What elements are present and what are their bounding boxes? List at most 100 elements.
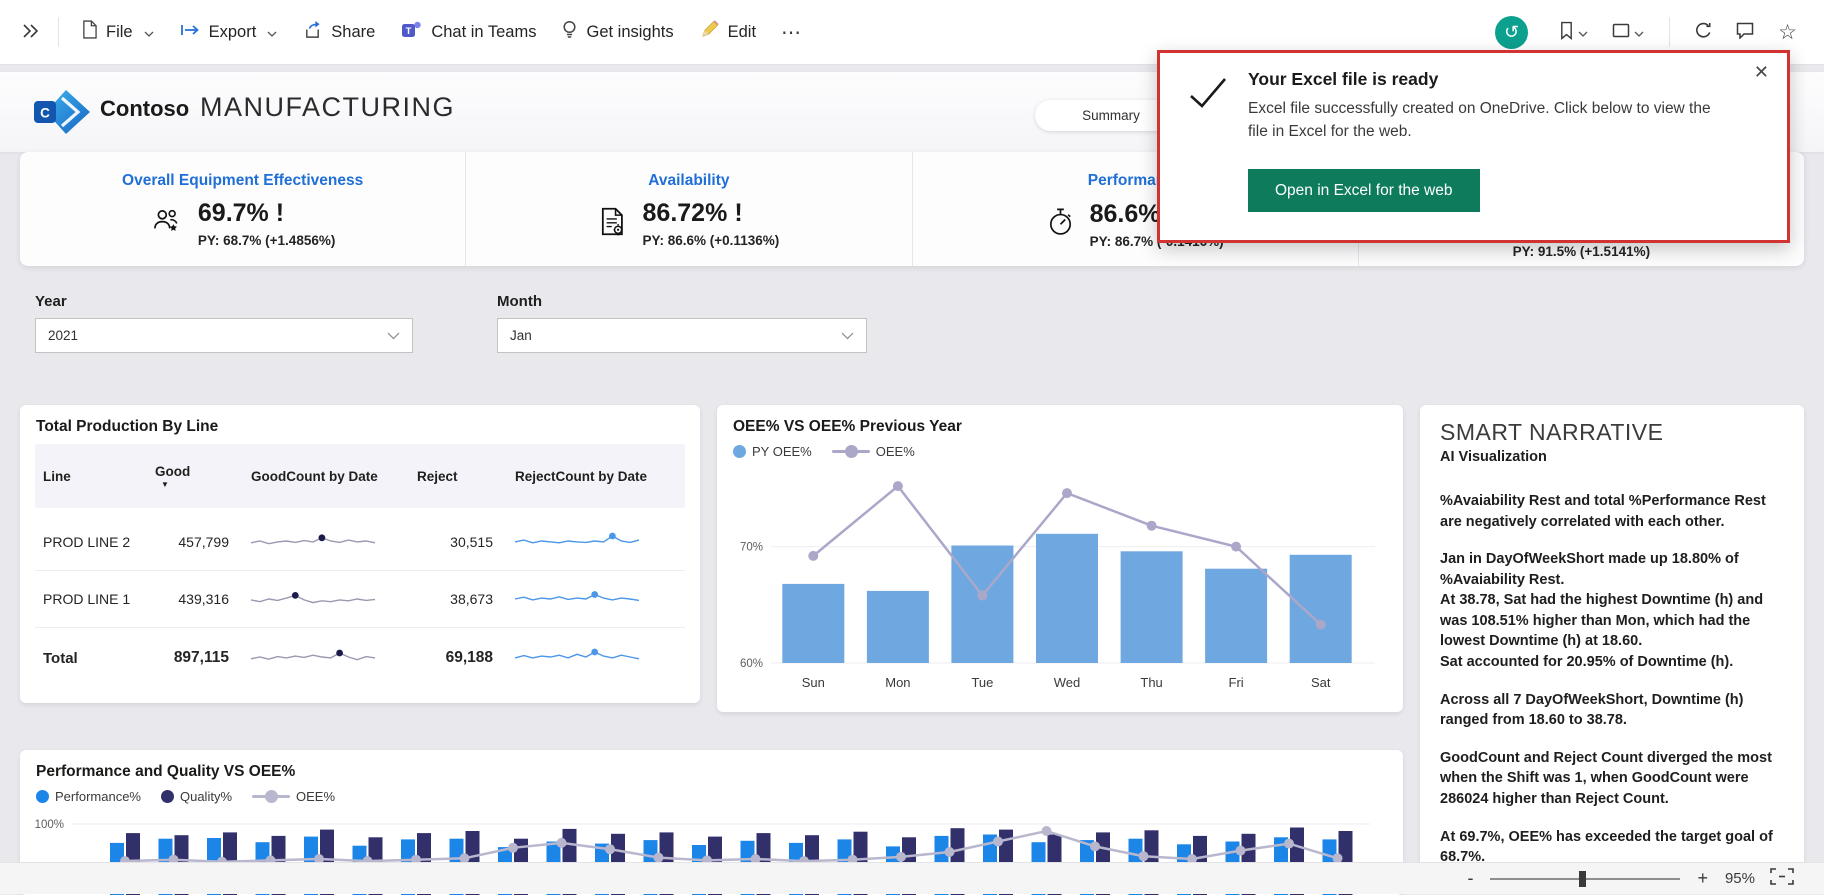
- kpi-card-availability: Availability 86.72%! PY: 86.6% (+0.1136%…: [465, 152, 911, 266]
- page-title: MANUFACTURING: [200, 92, 455, 123]
- chevron-down-icon: [387, 328, 400, 343]
- excel-ready-toast: Your Excel file is ready Excel file succ…: [1157, 50, 1790, 243]
- reject-cell: 38,673: [409, 591, 507, 607]
- line-cell: Total: [35, 650, 147, 667]
- production-table-title: Total Production By Line: [20, 405, 700, 442]
- kpi-value: 86.6%: [1090, 200, 1161, 228]
- year-slicer-value: 2021: [48, 328, 78, 343]
- zoom-out-button[interactable]: -: [1465, 868, 1475, 889]
- svg-text:Tue: Tue: [971, 675, 993, 690]
- zoom-slider[interactable]: [1490, 878, 1680, 880]
- chat-in-teams-button[interactable]: T Chat in Teams: [388, 10, 549, 55]
- favorite-button[interactable]: ☆: [1769, 13, 1806, 52]
- chevron-double-right-icon: [22, 24, 38, 41]
- good-sparkline: [243, 585, 409, 614]
- refresh-button[interactable]: [1686, 15, 1721, 50]
- table-row: PROD LINE 2 457,799 30,515: [35, 513, 685, 570]
- good-sparkline: [243, 643, 409, 673]
- narrative-paragraph: %Avaiability Rest and total %Performance…: [1440, 491, 1784, 532]
- get-insights-button[interactable]: Get insights: [549, 10, 686, 55]
- good-sparkline: [243, 527, 409, 556]
- fit-to-page-icon[interactable]: [1770, 868, 1794, 890]
- svg-text:70%: 70%: [740, 542, 763, 554]
- svg-text:C: C: [40, 106, 50, 121]
- smart-narrative-card: SMART NARRATIVE AI Visualization %Avaiab…: [1420, 405, 1804, 883]
- narrative-paragraph: Jan in DayOfWeekShort made up 18.80% of …: [1440, 549, 1784, 672]
- kpi-flag: !: [276, 199, 284, 227]
- table-total-row: Total 897,115 69,188: [35, 627, 685, 688]
- share-button[interactable]: Share: [290, 11, 388, 54]
- file-menu-button[interactable]: File: [69, 10, 167, 54]
- contoso-logo: C: [32, 88, 94, 141]
- kpi-previous-year: PY: 91.5% (+1.5141%): [1359, 244, 1804, 259]
- reset-to-default-button[interactable]: ↺: [1495, 16, 1528, 49]
- view-button[interactable]: [1603, 16, 1653, 48]
- oee-chart-legend: PY OEE% OEE%: [733, 444, 1403, 459]
- reject-cell: 69,188: [409, 649, 507, 667]
- kpi-card-oee: Overall Equipment Effectiveness 69.7%! P…: [20, 152, 465, 266]
- chevron-down-icon: [1578, 25, 1588, 40]
- svg-text:Fri: Fri: [1229, 675, 1244, 690]
- edit-button[interactable]: Edit: [687, 10, 769, 54]
- file-menu-label: File: [106, 23, 133, 42]
- kpi-previous-year: PY: 68.7% (+1.4856%): [198, 233, 335, 248]
- legend-item-quality[interactable]: Quality%: [161, 789, 232, 804]
- year-slicer-dropdown[interactable]: 2021: [35, 318, 413, 353]
- toolbar-right-group: ↺: [1495, 13, 1824, 52]
- kpi-flag: !: [734, 199, 742, 227]
- column-header-reject[interactable]: Reject: [409, 469, 507, 484]
- check-icon: [1188, 77, 1228, 114]
- oee-combo-chart[interactable]: 70%60%SunMonTueWedThuFriSat: [725, 463, 1385, 703]
- teams-icon: T: [401, 20, 422, 45]
- pq-chart-legend: Performance% Quality% OEE%: [36, 789, 1403, 804]
- line-cell: PROD LINE 1: [35, 591, 147, 607]
- svg-text:Sun: Sun: [802, 675, 825, 690]
- close-icon[interactable]: ✕: [1748, 61, 1775, 84]
- bookmarks-button[interactable]: [1550, 14, 1597, 50]
- svg-text:100%: 100%: [35, 819, 64, 831]
- month-slicer-label: Month: [497, 293, 542, 310]
- export-menu-button[interactable]: Export: [167, 13, 291, 52]
- reject-sparkline: [507, 643, 675, 673]
- zoom-slider-handle[interactable]: [1579, 871, 1586, 887]
- narrative-paragraph: GoodCount and Reject Count diverged the …: [1440, 748, 1784, 810]
- legend-item-py-oee[interactable]: PY OEE%: [733, 444, 812, 459]
- refresh-icon: [1695, 22, 1712, 43]
- sort-desc-icon: ▼: [161, 482, 239, 488]
- file-icon: [82, 20, 97, 44]
- collapse-pane-button[interactable]: [12, 18, 48, 47]
- toolbar-divider: [1669, 17, 1670, 47]
- share-icon: [303, 21, 322, 44]
- export-menu-label: Export: [209, 23, 257, 42]
- favorite-star-icon: ☆: [1778, 20, 1797, 45]
- chevron-down-icon: [1634, 25, 1644, 40]
- legend-item-oee[interactable]: OEE%: [252, 789, 335, 804]
- svg-text:Sat: Sat: [1311, 675, 1331, 690]
- page-footer-bar: - + 95%: [0, 862, 1824, 894]
- column-header-rejectcount-by-date[interactable]: RejectCount by Date: [507, 469, 675, 484]
- legend-item-oee[interactable]: OEE%: [832, 444, 915, 459]
- reject-sparkline: [507, 527, 675, 556]
- svg-text:Mon: Mon: [885, 675, 910, 690]
- kpi-previous-year: PY: 86.6% (+0.1136%): [643, 233, 780, 248]
- legend-item-performance[interactable]: Performance%: [36, 789, 141, 804]
- column-header-goodcount-by-date[interactable]: GoodCount by Date: [243, 469, 409, 484]
- good-cell: 439,316: [147, 591, 243, 607]
- month-slicer-value: Jan: [510, 328, 532, 343]
- smart-narrative-title: SMART NARRATIVE: [1440, 419, 1784, 446]
- export-icon: [180, 23, 200, 42]
- chat-in-teams-label: Chat in Teams: [431, 23, 536, 42]
- more-options-button[interactable]: ⋯: [769, 14, 815, 51]
- month-slicer-dropdown[interactable]: Jan: [497, 318, 867, 353]
- kpi-value: 69.7%: [198, 199, 269, 227]
- narrative-paragraph: Across all 7 DayOfWeekShort, Downtime (h…: [1440, 690, 1784, 731]
- stopwatch-icon: [1047, 207, 1074, 242]
- comments-button[interactable]: [1727, 15, 1763, 49]
- column-header-line[interactable]: Line: [35, 469, 147, 484]
- open-in-excel-button[interactable]: Open in Excel for the web: [1248, 169, 1480, 212]
- zoom-in-button[interactable]: +: [1695, 868, 1710, 889]
- kpi-value: 86.72%: [643, 199, 728, 227]
- toast-title: Your Excel file is ready: [1248, 69, 1438, 90]
- column-header-good[interactable]: Good▼: [147, 464, 243, 488]
- svg-text:60%: 60%: [740, 658, 763, 670]
